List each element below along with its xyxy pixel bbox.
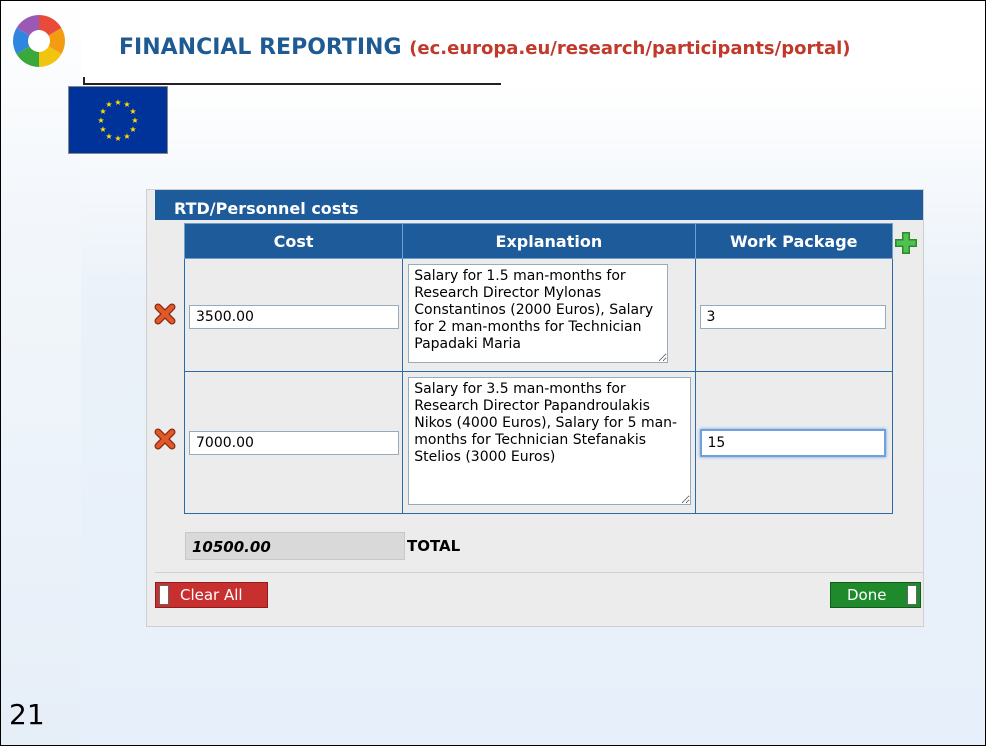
table-row: Salary for 3.5 man-months for Research D… xyxy=(183,371,893,514)
title-underline-tick xyxy=(83,77,85,85)
slide-title: FINANCIAL REPORTING (ec.europa.eu/resear… xyxy=(119,35,851,60)
explanation-textarea[interactable]: Salary for 1.5 man-months for Research D… xyxy=(408,264,669,363)
table-row: Salary for 1.5 man-months for Research D… xyxy=(183,258,893,372)
costs-table: Cost Explanation Work Package Salary for… xyxy=(183,223,893,514)
arrow-left-icon: ◀ xyxy=(159,585,169,605)
delete-row-icon[interactable] xyxy=(154,428,176,450)
add-row-icon[interactable] xyxy=(893,230,919,256)
eu-flag-stars: ★ ★★ ★★★ ★★★ ★★★ xyxy=(97,98,138,143)
column-header-explanation: Explanation xyxy=(402,223,696,259)
svg-text:★: ★ xyxy=(114,98,121,107)
work-package-cell xyxy=(694,258,893,372)
total-value: 10500.00 xyxy=(185,532,405,560)
svg-text:★: ★ xyxy=(114,134,121,143)
column-header-cost: Cost xyxy=(183,223,404,259)
personnel-costs-panel: RTD/Personnel costs Cost Explanation Wor… xyxy=(146,189,924,627)
cost-input[interactable] xyxy=(189,305,399,329)
clear-all-button[interactable]: ◀ Clear All xyxy=(155,582,268,608)
title-url: (ec.europa.eu/research/participants/port… xyxy=(409,38,851,59)
explanation-textarea[interactable]: Salary for 3.5 man-months for Research D… xyxy=(408,377,692,505)
column-header-work-package: Work Package xyxy=(694,223,893,259)
cost-cell xyxy=(183,371,404,514)
svg-text:★: ★ xyxy=(123,132,130,141)
done-button[interactable]: Done ▶ xyxy=(830,582,921,608)
explanation-cell: Salary for 1.5 man-months for Research D… xyxy=(402,258,696,372)
cost-input[interactable] xyxy=(189,431,399,455)
title-main: FINANCIAL REPORTING xyxy=(119,35,402,60)
slide: FINANCIAL REPORTING (ec.europa.eu/resear… xyxy=(0,0,986,746)
delete-row-icon[interactable] xyxy=(154,303,176,325)
slide-number: 21 xyxy=(9,698,45,731)
cost-cell xyxy=(183,258,404,372)
svg-text:★: ★ xyxy=(105,100,112,109)
arrow-right-icon: ▶ xyxy=(907,585,917,605)
eu-flag-icon: ★ ★ ★ ★ ★ ★ ★ ★ ★ ★ ★ ★ xyxy=(68,86,168,154)
clear-all-label: Clear All xyxy=(180,586,243,604)
done-label: Done xyxy=(847,586,887,604)
work-package-input[interactable] xyxy=(699,305,886,329)
table-header-row: Cost Explanation Work Package xyxy=(183,223,893,259)
work-package-cell xyxy=(694,371,893,514)
total-label: TOTAL xyxy=(407,537,461,555)
work-package-input[interactable] xyxy=(699,429,886,457)
svg-text:★: ★ xyxy=(131,116,138,125)
footer-separator xyxy=(155,572,923,573)
svg-text:★: ★ xyxy=(97,116,104,125)
explanation-cell: Salary for 3.5 man-months for Research D… xyxy=(402,371,696,514)
panel-title: RTD/Personnel costs xyxy=(155,190,923,220)
title-underline xyxy=(83,83,501,85)
color-wheel-logo-icon xyxy=(13,15,65,67)
svg-text:★: ★ xyxy=(99,125,106,134)
svg-text:★: ★ xyxy=(129,107,136,116)
